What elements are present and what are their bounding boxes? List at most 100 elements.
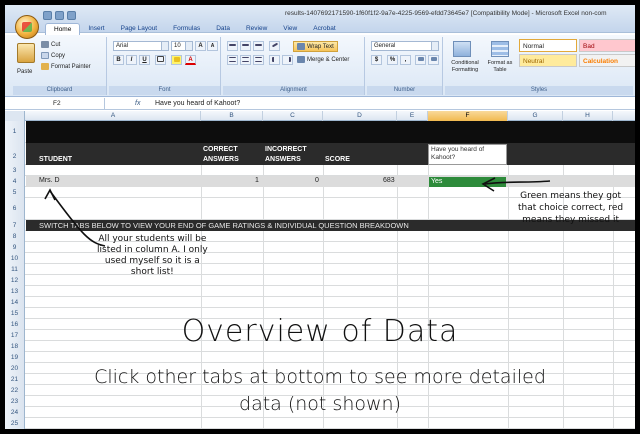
fill-bucket-icon bbox=[173, 56, 180, 62]
align-top-button[interactable] bbox=[227, 41, 238, 51]
alignment-group: Wrap Text Merge & Center Alignment bbox=[223, 37, 365, 95]
wrap-text-button[interactable]: Wrap Text bbox=[293, 41, 338, 52]
color-note-line: Green means they got bbox=[520, 191, 622, 201]
students-note-line: All your students will be bbox=[98, 234, 207, 244]
style-bad[interactable]: Bad bbox=[579, 39, 635, 52]
students-note-line: listed in column A. I only bbox=[97, 245, 208, 255]
tab-insert[interactable]: Insert bbox=[80, 23, 112, 35]
cut-button[interactable]: Cut bbox=[41, 41, 60, 48]
wrap-text-label: Wrap Text bbox=[307, 44, 334, 51]
align-center-icon bbox=[242, 56, 249, 62]
style-calculation[interactable]: Calculation bbox=[579, 54, 635, 67]
formula-bar: F2 fx Have you heard of Kahoot? bbox=[5, 98, 635, 110]
align-right-icon bbox=[255, 56, 262, 62]
font-size-select[interactable]: 10 bbox=[171, 41, 193, 51]
tab-data[interactable]: Data bbox=[208, 23, 238, 35]
style-neutral[interactable]: Neutral bbox=[519, 54, 577, 67]
align-bottom-icon bbox=[255, 44, 262, 47]
style-normal[interactable]: Normal bbox=[519, 39, 577, 52]
quick-access-toolbar bbox=[43, 11, 76, 20]
number-group: General $ % , Number bbox=[367, 37, 443, 95]
conditional-formatting-button[interactable]: Conditional Formatting bbox=[447, 60, 483, 74]
students-note-line: short list! bbox=[130, 267, 174, 277]
office-button[interactable] bbox=[15, 15, 39, 39]
excel-window: results-1407692171590-1f60f1f2-9a7e-4225… bbox=[5, 5, 635, 429]
styles-label: Styles bbox=[445, 86, 633, 95]
comma-button[interactable]: , bbox=[400, 55, 411, 65]
indent-icon bbox=[285, 56, 291, 62]
clipboard-group: Paste Cut Copy Format Painter Clipboard bbox=[13, 37, 107, 95]
grow-font-button[interactable]: A bbox=[195, 41, 206, 51]
format-as-table-button[interactable]: Format as Table bbox=[485, 60, 515, 74]
format-painter-button[interactable]: Format Painter bbox=[41, 63, 91, 70]
align-center-button[interactable] bbox=[240, 55, 251, 65]
students-note: All your students will be listed in colu… bbox=[97, 234, 208, 278]
decrease-decimal-icon bbox=[430, 57, 437, 62]
fill-color-button[interactable] bbox=[171, 55, 182, 65]
currency-button[interactable]: $ bbox=[371, 55, 382, 65]
percent-button[interactable]: % bbox=[387, 55, 398, 65]
tab-acrobat[interactable]: Acrobat bbox=[305, 23, 343, 35]
paste-icon[interactable] bbox=[17, 43, 35, 63]
font-group: Arial 10 A A B I U A Font bbox=[109, 37, 221, 95]
number-format-value: General bbox=[374, 43, 396, 49]
worksheet-grid[interactable]: A B C D E F G H 1 2 3 4 5 6 7 8 9 10 11 … bbox=[5, 111, 635, 429]
shrink-font-button[interactable]: A bbox=[207, 41, 218, 51]
color-note-line: means they missed it bbox=[522, 215, 619, 225]
align-middle-button[interactable] bbox=[240, 41, 251, 51]
number-format-select[interactable]: General bbox=[371, 41, 439, 51]
subtitle-line-2: data (not shown) bbox=[239, 393, 401, 415]
align-middle-icon bbox=[242, 44, 249, 47]
increase-decimal-button[interactable] bbox=[415, 55, 426, 65]
color-note-line: that choice correct, red bbox=[518, 203, 624, 213]
tab-formulas[interactable]: Formulas bbox=[165, 23, 208, 35]
number-label: Number bbox=[367, 86, 442, 95]
arrow-to-answer-cell bbox=[484, 180, 551, 185]
name-box[interactable]: F2 bbox=[5, 98, 105, 110]
chevron-down-icon bbox=[161, 42, 168, 50]
tab-review[interactable]: Review bbox=[238, 23, 275, 35]
window-title: results-1407692171590-1f60f1f2-9a7e-4225… bbox=[285, 10, 607, 17]
borders-icon bbox=[157, 56, 164, 63]
tab-view[interactable]: View bbox=[275, 23, 305, 35]
fx-icon[interactable]: fx bbox=[135, 98, 140, 110]
copy-button[interactable]: Copy bbox=[41, 52, 65, 59]
borders-button[interactable] bbox=[155, 55, 166, 65]
chevron-down-icon bbox=[185, 42, 192, 50]
underline-button[interactable]: U bbox=[139, 55, 150, 65]
scissors-icon bbox=[41, 41, 49, 48]
subtitle-line-1: Click other tabs at bottom to see more d… bbox=[94, 366, 546, 388]
ribbon: Paste Cut Copy Format Painter Clipboard … bbox=[5, 35, 635, 97]
formula-input[interactable]: Have you heard of Kahoot? bbox=[155, 98, 240, 110]
decrease-decimal-button[interactable] bbox=[428, 55, 439, 65]
format-as-table-icon bbox=[491, 41, 509, 57]
undo-icon[interactable] bbox=[55, 11, 64, 20]
align-right-button[interactable] bbox=[253, 55, 264, 65]
bold-button[interactable]: B bbox=[113, 55, 124, 65]
tab-page-layout[interactable]: Page Layout bbox=[113, 23, 166, 35]
merge-center-button[interactable]: Merge & Center bbox=[297, 56, 349, 63]
clipboard-label: Clipboard bbox=[13, 86, 106, 95]
font-name-value: Arial bbox=[116, 43, 129, 49]
chevron-down-icon bbox=[431, 42, 438, 50]
save-icon[interactable] bbox=[43, 11, 52, 20]
overview-title: Overview of Data bbox=[181, 314, 459, 349]
font-name-select[interactable]: Arial bbox=[113, 41, 169, 51]
italic-button[interactable]: I bbox=[126, 55, 137, 65]
arrowhead-icon bbox=[481, 177, 496, 192]
align-bottom-button[interactable] bbox=[253, 41, 264, 51]
align-left-button[interactable] bbox=[227, 55, 238, 65]
outdent-icon bbox=[271, 56, 278, 62]
indent-increase-button[interactable] bbox=[282, 55, 293, 65]
increase-decimal-icon bbox=[417, 57, 424, 62]
orientation-button[interactable] bbox=[269, 41, 280, 51]
paste-button[interactable]: Paste bbox=[17, 69, 32, 75]
copy-icon bbox=[41, 52, 49, 59]
ribbon-tabs: Home Insert Page Layout Formulas Data Re… bbox=[45, 23, 344, 35]
tab-home[interactable]: Home bbox=[45, 23, 81, 35]
redo-icon[interactable] bbox=[67, 11, 76, 20]
font-color-button[interactable]: A bbox=[185, 55, 196, 65]
font-label: Font bbox=[109, 86, 220, 95]
indent-decrease-button[interactable] bbox=[269, 55, 280, 65]
orientation-icon bbox=[271, 43, 278, 48]
